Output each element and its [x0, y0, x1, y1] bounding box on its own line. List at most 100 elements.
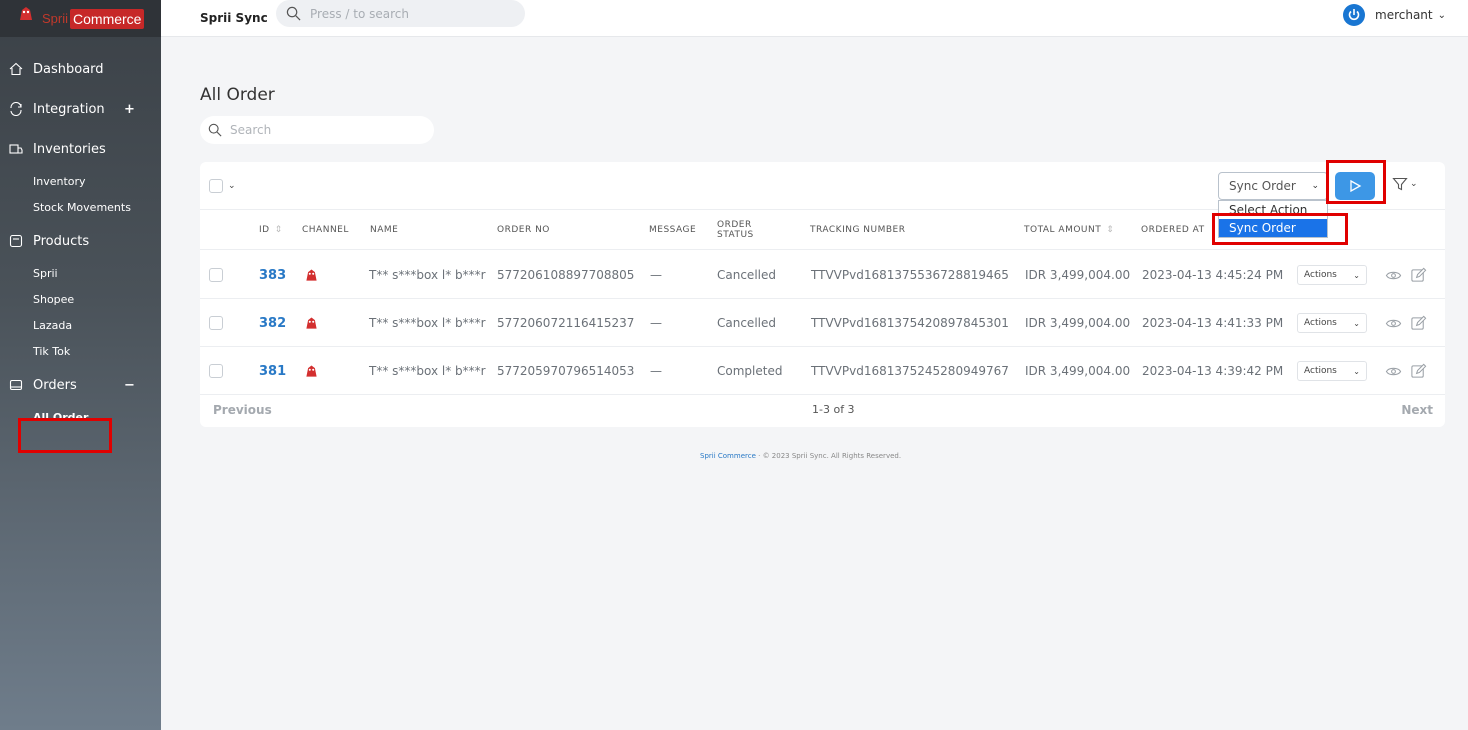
column-header-label: ORDER NO	[497, 225, 550, 235]
column-header-message: MESSAGE	[649, 210, 696, 250]
order-id-link[interactable]: 383	[259, 251, 286, 299]
edit-icon[interactable]	[1410, 347, 1427, 395]
order-no: 577206072116415237	[497, 316, 635, 330]
channel-icon	[303, 251, 320, 299]
total-amount: IDR 3,499,004.00	[1025, 364, 1131, 378]
avatar	[1343, 4, 1365, 26]
ordered-at: 2023-04-13 4:39:42 PM	[1142, 364, 1284, 378]
customer-name: T** s***box l* b***r	[369, 268, 486, 282]
column-header-total-amount[interactable]: TOTAL AMOUNT ⇕	[1024, 210, 1114, 250]
sort-icon[interactable]: ⇕	[1106, 225, 1114, 235]
highlight-box-all-order	[18, 418, 112, 453]
user-menu[interactable]: merchant ⌄	[1343, 4, 1446, 26]
sidebar-subitem-sprii[interactable]: Sprii	[0, 261, 161, 287]
next-page-button[interactable]: Next	[1401, 403, 1433, 417]
column-header-label: TRACKING NUMBER	[810, 225, 906, 235]
table-row: 381 T** s***box l* b***r 577205970796514…	[200, 347, 1445, 395]
order-id-link[interactable]: 382	[259, 299, 286, 347]
table-toolbar: ⌄ Sync Order ⌄ Select Action Sync Order …	[200, 162, 1445, 238]
topbar: Sprii Sync Press / to search merchant ⌄	[161, 0, 1468, 37]
column-header-channel: CHANNEL	[302, 210, 349, 250]
footer-brand-link[interactable]: Sprii Commerce	[700, 452, 756, 460]
sidebar-item-label: Inventories	[33, 141, 106, 157]
view-icon[interactable]	[1385, 299, 1402, 347]
order-status: Cancelled	[717, 268, 776, 282]
sidebar-item-products[interactable]: Products	[0, 221, 161, 261]
sidebar-subitem-stock-movements[interactable]: Stock Movements	[0, 195, 161, 221]
row-checkbox[interactable]	[209, 268, 223, 282]
column-header-tracking-number: TRACKING NUMBER	[810, 210, 906, 250]
sidebar-subitem-tiktok[interactable]: Tik Tok	[0, 339, 161, 365]
collapse-icon[interactable]: −	[124, 378, 135, 393]
edit-icon[interactable]	[1410, 251, 1427, 299]
highlight-box-sync-order-option	[1212, 213, 1348, 245]
column-header-ordered-at[interactable]: ORDERED AT	[1141, 210, 1205, 250]
filter-button[interactable]: ⌄	[1392, 176, 1418, 192]
expand-icon[interactable]: +	[124, 102, 135, 117]
view-icon[interactable]	[1385, 347, 1402, 395]
order-search-input[interactable]: Search	[200, 116, 434, 144]
row-actions-label: Actions	[1304, 318, 1337, 328]
row-actions-select[interactable]: Actions ⌄	[1297, 313, 1367, 333]
row-checkbox[interactable]	[209, 316, 223, 330]
sidebar-item-label: Products	[33, 233, 90, 249]
tag-icon	[9, 234, 23, 248]
sidebar-item-integration[interactable]: Integration +	[0, 89, 161, 129]
global-search-input[interactable]: Press / to search	[276, 0, 525, 27]
chevron-down-icon: ⌄	[1311, 181, 1319, 191]
chevron-down-icon: ⌄	[1353, 367, 1360, 376]
message: —	[650, 268, 662, 282]
app-name[interactable]: Sprii Sync	[200, 11, 268, 25]
channel-icon	[303, 299, 320, 347]
column-header-order-status: ORDER STATUS	[717, 210, 754, 250]
tracking-number: TTVVPvd1681375245280949767	[811, 364, 1009, 378]
chevron-down-icon[interactable]: ⌄	[228, 181, 236, 191]
cart-icon	[9, 378, 23, 392]
sidebar-item-inventories[interactable]: Inventories	[0, 129, 161, 169]
order-id-link[interactable]: 381	[259, 347, 286, 395]
order-no: 577205970796514053	[497, 364, 635, 378]
tracking-number: TTVVPvd1681375536728819465	[811, 268, 1009, 282]
table-row: 382 T** s***box l* b***r 577206072116415…	[200, 299, 1445, 347]
row-actions-select[interactable]: Actions ⌄	[1297, 265, 1367, 285]
search-icon	[208, 123, 222, 137]
bulk-action-select[interactable]: Sync Order ⌄	[1218, 172, 1328, 200]
column-header-label: MESSAGE	[649, 225, 697, 235]
sidebar-subitem-shopee[interactable]: Shopee	[0, 287, 161, 313]
brand-logo[interactable]: Sprii Commerce	[0, 0, 161, 37]
home-icon	[9, 62, 23, 76]
column-header-id[interactable]: ID ⇕	[259, 210, 283, 250]
total-amount: IDR 3,499,004.00	[1025, 316, 1131, 330]
edit-icon[interactable]	[1410, 299, 1427, 347]
sidebar-subitem-lazada[interactable]: Lazada	[0, 313, 161, 339]
sort-icon[interactable]: ⇕	[275, 225, 283, 235]
sidebar-item-label: Integration	[33, 101, 105, 117]
footer-separator: ·	[758, 452, 761, 460]
previous-page-button[interactable]: Previous	[213, 403, 272, 417]
view-icon[interactable]	[1385, 251, 1402, 299]
highlight-box-run-button	[1326, 160, 1386, 204]
column-header-name: NAME	[370, 210, 398, 250]
order-search-placeholder: Search	[230, 123, 272, 137]
global-search-placeholder: Press / to search	[310, 6, 409, 21]
ordered-at: 2023-04-13 4:45:24 PM	[1142, 268, 1284, 282]
checkbox[interactable]	[209, 179, 223, 193]
sidebar-item-dashboard[interactable]: Dashboard	[0, 49, 161, 89]
brand-name-part1: Sprii	[42, 11, 69, 26]
order-status: Completed	[717, 364, 783, 378]
row-actions-label: Actions	[1304, 366, 1337, 376]
column-header-label: STATUS	[717, 230, 754, 240]
row-actions-select[interactable]: Actions ⌄	[1297, 361, 1367, 381]
chevron-down-icon: ⌄	[1437, 9, 1446, 21]
sidebar-item-orders[interactable]: Orders −	[0, 365, 161, 405]
brand-mascot-icon	[18, 6, 36, 28]
row-checkbox[interactable]	[209, 364, 223, 378]
user-name: merchant	[1375, 8, 1433, 22]
total-amount: IDR 3,499,004.00	[1025, 268, 1131, 282]
pagination: Previous 1-3 of 3 Next	[200, 394, 1445, 427]
chevron-down-icon: ⌄	[1353, 271, 1360, 280]
order-status: Cancelled	[717, 316, 776, 330]
sidebar-subitem-inventory[interactable]: Inventory	[0, 169, 161, 195]
column-header-label: TOTAL AMOUNT	[1024, 225, 1102, 235]
bulk-select-checkbox[interactable]: ⌄	[209, 179, 236, 193]
